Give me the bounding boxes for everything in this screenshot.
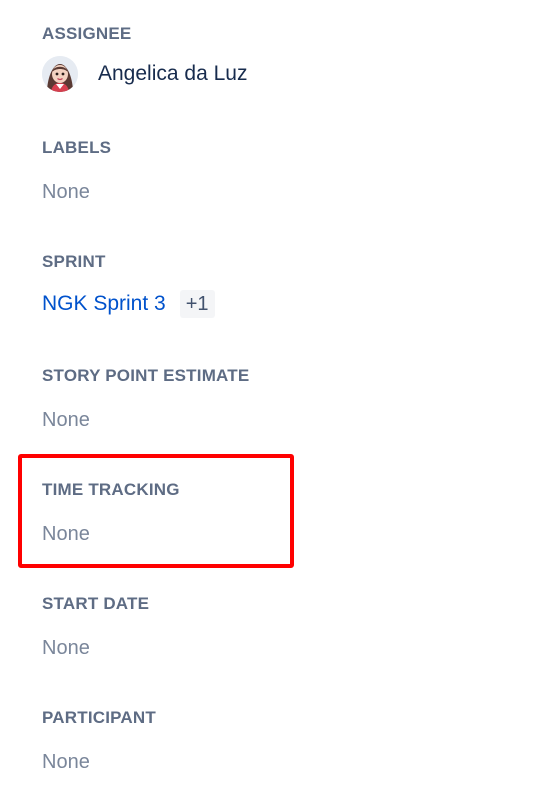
sprint-label: SPRINT — [42, 252, 106, 271]
assignee-label: ASSIGNEE — [42, 24, 132, 43]
field-participant: PARTICIPANT None — [42, 708, 520, 774]
user-avatar-icon — [42, 56, 78, 92]
field-labels: LABELS None — [42, 138, 520, 204]
sprint-link[interactable]: NGK Sprint 3 — [42, 290, 166, 318]
time-tracking-value[interactable]: None — [42, 522, 520, 546]
story-point-estimate-label: STORY POINT ESTIMATE — [42, 366, 250, 385]
story-point-estimate-value[interactable]: None — [42, 408, 520, 432]
time-tracking-label: TIME TRACKING — [42, 480, 180, 499]
issue-details-panel: ASSIGNEE Angelica da Luz LABELS None SPR… — [0, 0, 540, 808]
start-date-label: START DATE — [42, 594, 150, 613]
assignee-value[interactable]: Angelica da Luz — [42, 56, 520, 92]
participant-value[interactable]: None — [42, 750, 520, 774]
assignee-name: Angelica da Luz — [98, 62, 248, 85]
field-story-point-estimate: STORY POINT ESTIMATE None — [42, 366, 520, 432]
field-assignee: ASSIGNEE Angelica da Luz — [42, 24, 520, 92]
start-date-value[interactable]: None — [42, 636, 520, 660]
labels-label: LABELS — [42, 138, 112, 157]
field-start-date: START DATE None — [42, 594, 520, 660]
field-sprint: SPRINT NGK Sprint 3 +1 — [42, 252, 520, 318]
labels-value[interactable]: None — [42, 180, 520, 204]
participant-label: PARTICIPANT — [42, 708, 156, 727]
field-time-tracking: TIME TRACKING None — [42, 480, 520, 546]
sprint-more-badge[interactable]: +1 — [179, 290, 215, 318]
sprint-value: NGK Sprint 3 +1 — [42, 290, 520, 318]
